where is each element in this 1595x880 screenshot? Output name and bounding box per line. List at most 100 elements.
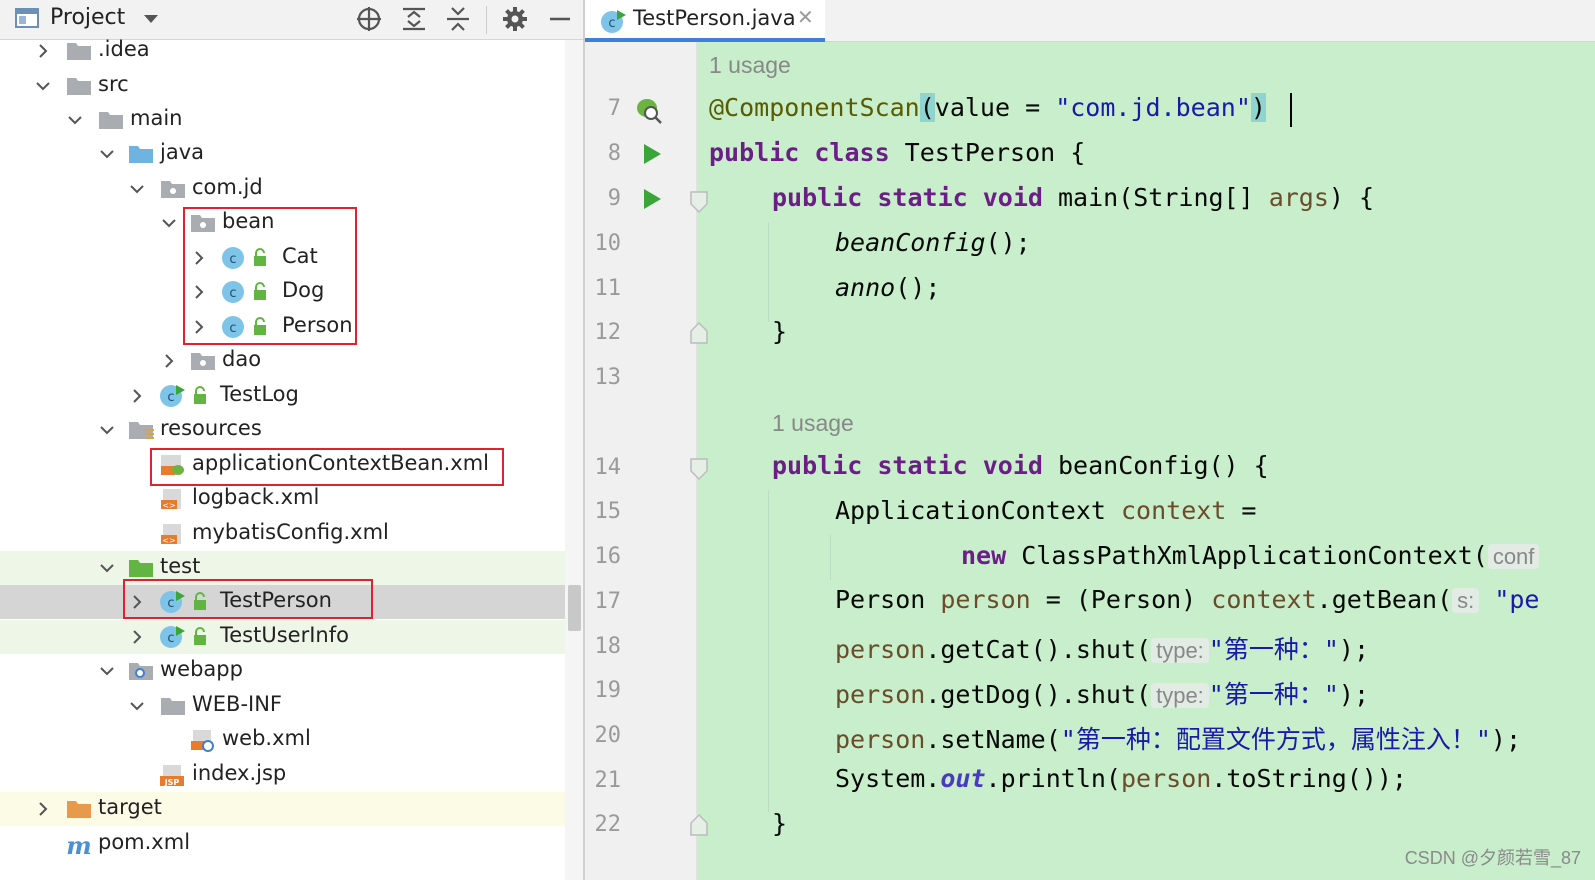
svg-text:c: c bbox=[167, 390, 174, 405]
line-number: 12 bbox=[594, 320, 622, 345]
usage-hint[interactable]: 1 usage bbox=[772, 410, 854, 437]
keyword: public static void bbox=[772, 183, 1058, 212]
code-line-8[interactable]: public class TestPerson { bbox=[709, 138, 1085, 167]
tree-item-webapp[interactable]: webapp bbox=[0, 654, 584, 688]
chevron-down-icon[interactable] bbox=[126, 178, 148, 200]
code-line-10[interactable]: beanConfig(); bbox=[835, 228, 1031, 257]
string-literal: "第一种：" bbox=[1208, 635, 1339, 664]
spring-bean-search-icon[interactable] bbox=[633, 95, 663, 125]
code-token: ); bbox=[1490, 725, 1521, 754]
fold-end-icon[interactable] bbox=[689, 813, 709, 837]
project-panel-title[interactable]: Project bbox=[50, 5, 125, 30]
chevron-right-icon[interactable] bbox=[126, 385, 148, 407]
minimize-icon[interactable] bbox=[545, 4, 575, 34]
chevron-down-icon[interactable] bbox=[126, 695, 148, 717]
code-token: } bbox=[772, 317, 788, 346]
fold-icon[interactable] bbox=[689, 190, 709, 214]
highlight-box-testperson bbox=[123, 579, 373, 619]
line-number: 16 bbox=[594, 544, 622, 569]
locate-icon[interactable] bbox=[354, 4, 384, 34]
tree-item-web-inf[interactable]: WEB-INF bbox=[0, 689, 584, 723]
code-token: ); bbox=[1338, 635, 1370, 664]
code-line-15[interactable]: ApplicationContext context = bbox=[835, 496, 1256, 525]
tree-item-main[interactable]: main bbox=[0, 103, 584, 137]
tree-item-java[interactable]: java bbox=[0, 137, 584, 171]
tree-item-index-jsp[interactable]: JSP index.jsp bbox=[0, 758, 584, 792]
chevron-right-icon[interactable] bbox=[32, 798, 54, 820]
chevron-right-icon[interactable] bbox=[126, 626, 148, 648]
scrollbar-thumb[interactable] bbox=[568, 585, 581, 631]
tree-item-com-jd[interactable]: com.jd bbox=[0, 172, 584, 206]
chevron-right-icon[interactable] bbox=[32, 40, 54, 62]
svg-text:c: c bbox=[608, 16, 615, 31]
run-icon[interactable] bbox=[641, 187, 663, 211]
test-class-icon: c bbox=[160, 626, 185, 648]
code-line-7[interactable]: @ComponentScan(value = "com.jd.bean") bbox=[709, 93, 1266, 122]
tree-item-label: index.jsp bbox=[192, 761, 287, 785]
chevron-down-icon[interactable] bbox=[142, 12, 160, 26]
tree-item-label: resources bbox=[160, 416, 262, 440]
tree-item-src[interactable]: src bbox=[0, 69, 584, 103]
tree-item-mybatisconfig-xml[interactable]: <> mybatisConfig.xml bbox=[0, 517, 584, 551]
chevron-down-icon[interactable] bbox=[158, 212, 180, 234]
tree-item-label: com.jd bbox=[192, 175, 263, 199]
svg-text:<>: <> bbox=[162, 536, 175, 545]
tree-item-pom-xml[interactable]: m pom.xml bbox=[0, 827, 584, 861]
code-editor[interactable]: c TestPerson.java ✕ 7 8 9 10 11 12 13 14… bbox=[585, 0, 1595, 880]
code-line-11[interactable]: anno(); bbox=[835, 273, 940, 302]
parameter-hint: conf bbox=[1487, 544, 1540, 569]
excluded-folder-icon bbox=[67, 801, 91, 818]
tree-item-idea[interactable]: .idea bbox=[0, 34, 584, 68]
tab-testperson-java[interactable]: c TestPerson.java ✕ bbox=[585, 0, 825, 42]
brace-highlight: ) bbox=[1250, 93, 1266, 122]
code-token: Person bbox=[835, 585, 941, 614]
tree-item-target[interactable]: target bbox=[0, 792, 584, 826]
svg-text:JSP: JSP bbox=[164, 778, 180, 787]
variable: person bbox=[835, 725, 926, 754]
package-icon bbox=[161, 181, 185, 198]
tree-item-dao[interactable]: dao bbox=[0, 344, 584, 378]
chevron-down-icon[interactable] bbox=[96, 143, 118, 165]
tab-label: TestPerson.java bbox=[633, 6, 796, 30]
fold-end-icon[interactable] bbox=[689, 321, 709, 345]
code-line-18[interactable]: person.getCat().shut(type: "第一种："); bbox=[835, 630, 1369, 666]
line-number: 18 bbox=[594, 634, 622, 659]
expand-all-icon[interactable] bbox=[399, 4, 429, 34]
chevron-right-icon[interactable] bbox=[158, 350, 180, 372]
code-token: ); bbox=[1338, 680, 1370, 709]
chevron-down-icon[interactable] bbox=[96, 660, 118, 682]
chevron-down-icon[interactable] bbox=[32, 75, 54, 97]
tree-item-testlog[interactable]: c TestLog bbox=[0, 379, 584, 413]
chevron-down-icon[interactable] bbox=[96, 557, 118, 579]
close-icon[interactable]: ✕ bbox=[797, 5, 814, 29]
run-icon[interactable] bbox=[641, 142, 663, 166]
usage-hint[interactable]: 1 usage bbox=[709, 52, 791, 79]
code-line-14[interactable]: public static void beanConfig() { bbox=[772, 451, 1269, 480]
xml-file-icon: <> bbox=[161, 524, 181, 545]
variable: person bbox=[835, 635, 926, 664]
collapse-all-icon[interactable] bbox=[443, 4, 473, 34]
tree-item-label: webapp bbox=[160, 657, 243, 681]
parameter-hint: type: bbox=[1151, 683, 1209, 708]
tree-item-resources[interactable]: resources bbox=[0, 413, 584, 447]
code-line-9[interactable]: public static void main(String[] args) { bbox=[772, 183, 1374, 212]
chevron-down-icon[interactable] bbox=[96, 419, 118, 441]
code-line-19[interactable]: person.getDog().shut(type: "第一种："); bbox=[835, 675, 1369, 711]
chevron-down-icon[interactable] bbox=[64, 109, 86, 131]
code-line-17[interactable]: Person person = (Person) context.getBean… bbox=[835, 585, 1539, 614]
parameter: args bbox=[1268, 183, 1329, 212]
tree-item-web-xml[interactable]: web.xml bbox=[0, 723, 584, 757]
code-line-20[interactable]: person.setName("第一种：配置文件方式，属性注入！"); bbox=[835, 720, 1521, 756]
project-scrollbar[interactable] bbox=[565, 40, 584, 880]
code-line-22[interactable]: } bbox=[772, 809, 787, 838]
fold-icon[interactable] bbox=[689, 457, 709, 481]
code-line-21[interactable]: System.out.println(person.toString()); bbox=[835, 764, 1407, 793]
code-line-12[interactable]: } bbox=[772, 317, 787, 346]
code-token: .println( bbox=[985, 764, 1121, 793]
tree-item-label: web.xml bbox=[222, 726, 311, 750]
tree-item-testuserinfo[interactable]: c TestUserInfo bbox=[0, 620, 584, 654]
code-line-16[interactable]: new ClassPathXmlApplicationContext(conf bbox=[961, 541, 1540, 570]
line-number: 15 bbox=[594, 499, 622, 524]
tree-item-logback-xml[interactable]: <> logback.xml bbox=[0, 482, 584, 516]
settings-icon[interactable] bbox=[500, 4, 530, 34]
